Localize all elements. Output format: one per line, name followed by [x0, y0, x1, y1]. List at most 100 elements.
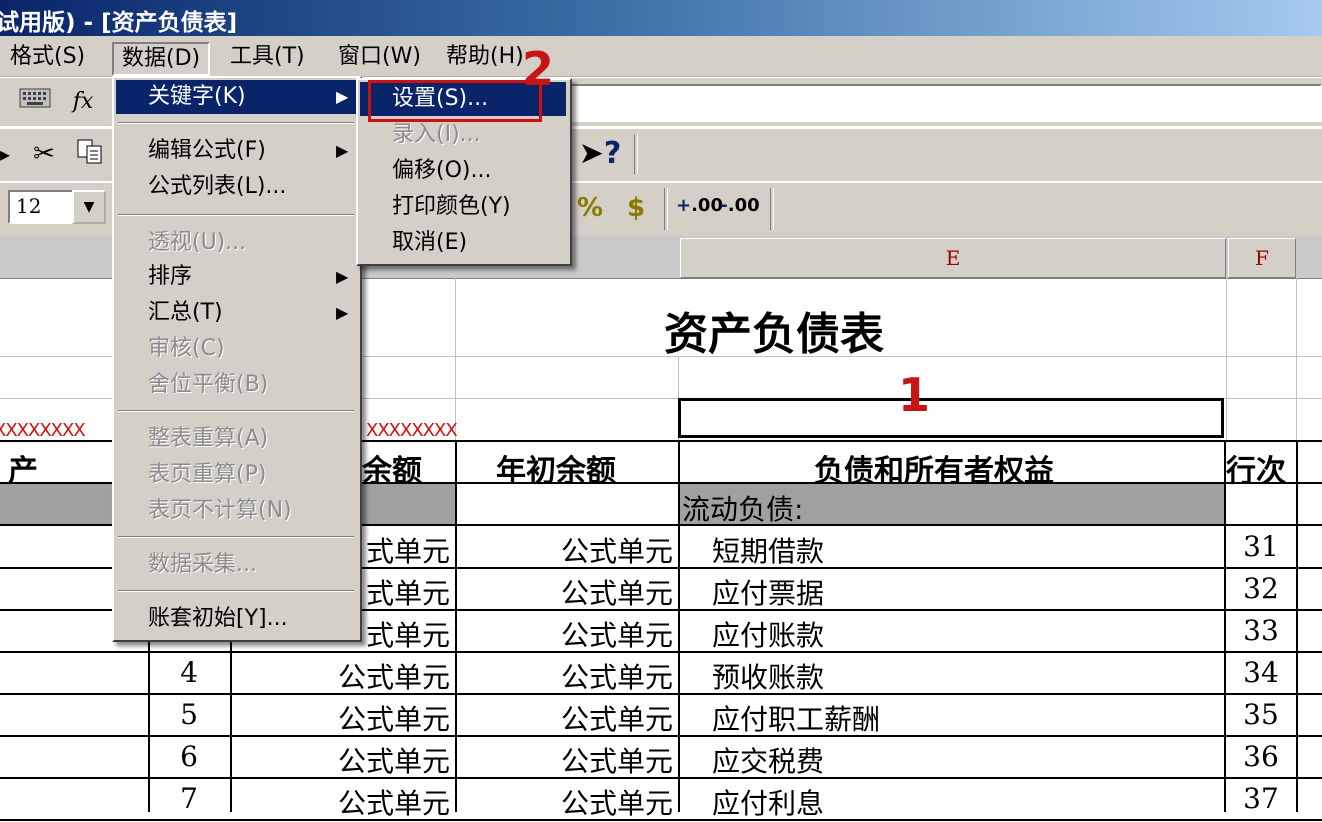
row-line-number[interactable]: 5: [150, 698, 228, 731]
menu-window[interactable]: 窗口(W): [338, 42, 421, 72]
highlight-box-settings: [368, 80, 542, 122]
row-line-number[interactable]: 7: [150, 782, 228, 815]
data-menu-item: 整表重算(A): [116, 422, 356, 456]
menu-format[interactable]: 格式(S): [10, 42, 85, 72]
keyword-submenu-item[interactable]: 打印颜色(Y): [360, 190, 566, 224]
submenu-arrow-icon: ▶: [336, 267, 349, 286]
font-size-dropdown-button[interactable]: ▼: [72, 190, 106, 224]
toolbar-separator-2: [664, 188, 668, 230]
annotation-step-1: 1: [898, 368, 931, 422]
menu-item-label: 排序: [148, 264, 193, 289]
keyword-submenu-item: 录入(I)...: [360, 118, 566, 152]
toolbar-fragment-icon: ▸: [0, 142, 11, 166]
row-line-no[interactable]: 34: [1226, 656, 1296, 689]
table-row-border: [0, 777, 1322, 779]
table-row-border: [0, 693, 1322, 695]
grid-line: [1226, 278, 1227, 440]
row-liability-item[interactable]: 应付职工薪酬: [712, 698, 880, 738]
row-begin-balance[interactable]: 公式单元: [457, 530, 673, 570]
data-menu-item: 表页不计算(N): [116, 494, 356, 528]
data-menu-item[interactable]: 账套初始[Y]...: [116, 602, 356, 636]
menu-separator: [118, 122, 354, 124]
data-menu-item[interactable]: 编辑公式(F) ▶: [116, 134, 356, 168]
data-menu-item: 透视(U)...: [116, 226, 356, 260]
menu-item-label: 数据采集...: [148, 552, 257, 577]
menu-item-label: 表页不计算(N): [148, 498, 292, 523]
column-header-f[interactable]: F: [1228, 238, 1296, 278]
font-size-select[interactable]: 12: [8, 190, 74, 224]
x-marks-left: XXXXXXXX: [0, 420, 86, 441]
data-menu-item: 审核(C): [116, 332, 356, 366]
keyboard-icon[interactable]: [18, 86, 52, 118]
decrease-decimal-button[interactable]: -.00: [720, 190, 760, 222]
row-begin-balance[interactable]: 公式单元: [457, 740, 673, 780]
function-icon[interactable]: fx: [66, 86, 100, 118]
data-menu-item[interactable]: 公式列表(L)...: [116, 170, 356, 204]
grid-line: [1296, 278, 1297, 440]
row-line-no[interactable]: 37: [1226, 782, 1296, 815]
data-menu-item: 舍位平衡(B): [116, 368, 356, 402]
submenu-arrow-icon: ▶: [336, 303, 349, 322]
row-liability-item[interactable]: 应付利息: [712, 782, 824, 822]
row-liability-item[interactable]: 应付账款: [712, 614, 824, 654]
row-liability-item[interactable]: 预收账款: [712, 656, 824, 696]
copy-icon[interactable]: [72, 138, 108, 174]
sheet-title: 资产负债表: [664, 309, 884, 360]
menu-item-label: 表页重算(P): [148, 462, 267, 487]
row-end-balance[interactable]: 公式单元: [232, 782, 450, 822]
row-line-no[interactable]: 32: [1226, 572, 1296, 605]
menu-separator: [118, 214, 354, 216]
menu-tools[interactable]: 工具(T): [230, 42, 305, 72]
row-line-number[interactable]: 4: [150, 656, 228, 689]
submenu-arrow-icon: ▶: [336, 87, 349, 106]
toolbar-separator: [634, 134, 638, 174]
row-line-no[interactable]: 31: [1226, 530, 1296, 563]
column-header-e[interactable]: E: [680, 238, 1226, 278]
currency-format-button[interactable]: $: [620, 192, 652, 224]
toolbar-separator-3: [770, 188, 774, 230]
row-end-balance[interactable]: 公式单元: [232, 698, 450, 738]
formula-input[interactable]: [560, 84, 1322, 122]
submenu-item-label: 打印颜色(Y): [392, 194, 511, 219]
menu-item-label: 关键字(K): [148, 84, 246, 109]
menu-separator: [118, 590, 354, 592]
row-liability-item[interactable]: 应交税费: [712, 740, 824, 780]
row-begin-balance[interactable]: 公式单元: [457, 572, 673, 612]
annotation-step-2: 2: [522, 42, 555, 96]
data-menu-item[interactable]: 汇总(T) ▶: [116, 296, 356, 330]
keyword-submenu-item[interactable]: 偏移(O)...: [360, 154, 566, 188]
data-menu-item: 表页重算(P): [116, 458, 356, 492]
row-liability-item[interactable]: 应付票据: [712, 572, 824, 612]
submenu-arrow-icon: ▶: [336, 141, 349, 160]
menu-item-label: 透视(U)...: [148, 230, 247, 255]
cut-icon[interactable]: ✂: [28, 138, 60, 170]
row-begin-balance[interactable]: 公式单元: [457, 782, 673, 822]
whats-this-help-icon[interactable]: ➤?: [578, 138, 622, 170]
submenu-item-label: 取消(E): [392, 230, 468, 255]
table-row-border: [0, 735, 1322, 737]
row-begin-balance[interactable]: 公式单元: [457, 698, 673, 738]
row-begin-balance[interactable]: 公式单元: [457, 614, 673, 654]
menu-help[interactable]: 帮助(H): [446, 42, 524, 72]
row-line-no[interactable]: 33: [1226, 614, 1296, 647]
row-end-balance[interactable]: 公式单元: [232, 656, 450, 696]
row-begin-balance[interactable]: 公式单元: [457, 656, 673, 696]
increase-decimal-button[interactable]: +.00: [676, 190, 723, 222]
table-row-border: [0, 651, 1322, 653]
row-liability-item[interactable]: 短期借款: [712, 530, 824, 570]
percent-format-button[interactable]: %: [574, 192, 606, 224]
row-line-no[interactable]: 36: [1226, 740, 1296, 773]
menu-item-label: 公式列表(L)...: [148, 174, 287, 199]
row-line-number[interactable]: 6: [150, 740, 228, 773]
keyword-submenu-item[interactable]: 取消(E): [360, 226, 566, 260]
row-line-no[interactable]: 35: [1226, 698, 1296, 731]
menu-item-label: 审核(C): [148, 336, 225, 361]
menu-data[interactable]: 数据(D): [112, 42, 211, 76]
menu-separator: [118, 410, 354, 412]
data-menu-item[interactable]: 排序 ▶: [116, 260, 356, 294]
menu-separator: [118, 536, 354, 538]
data-menu-item[interactable]: 关键字(K) ▶: [116, 80, 356, 114]
menu-item-label: 编辑公式(F): [148, 138, 266, 163]
selected-cell[interactable]: [678, 398, 1224, 438]
row-end-balance[interactable]: 公式单元: [232, 740, 450, 780]
